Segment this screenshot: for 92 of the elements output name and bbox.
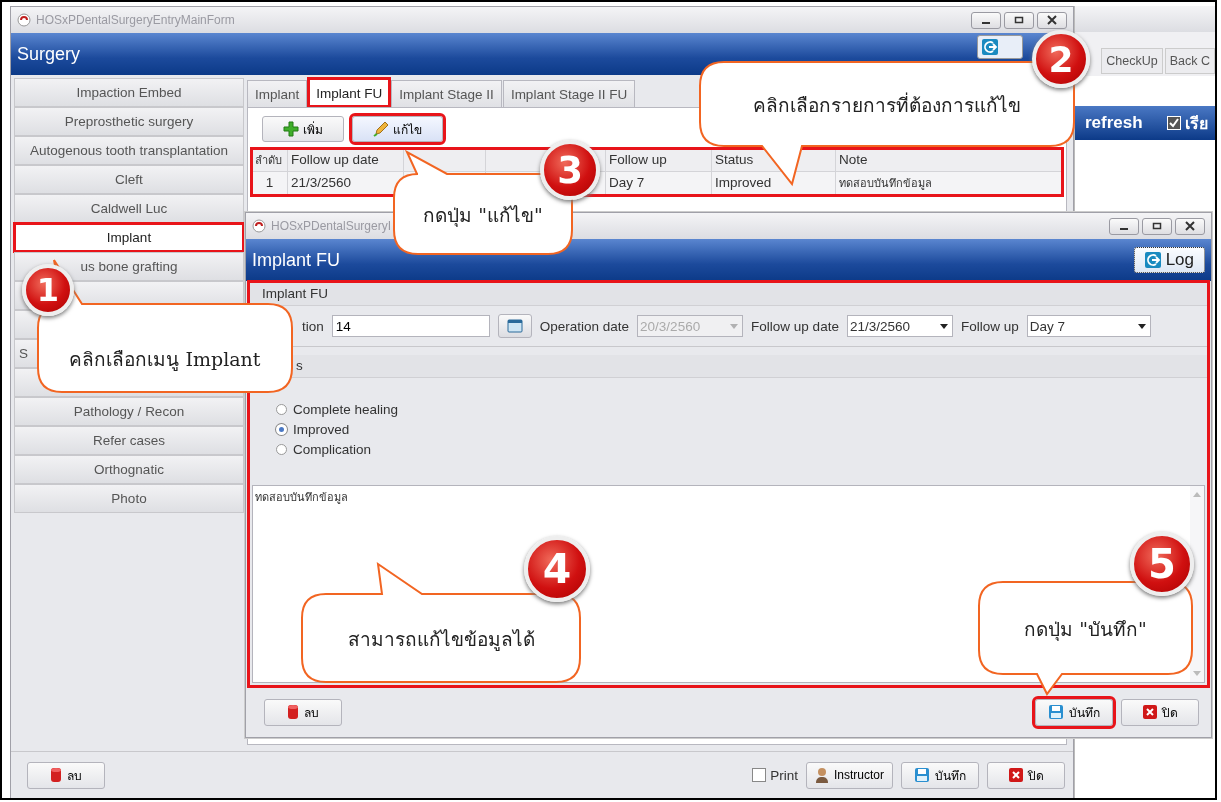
callout-text: กดปุ่ม "แก้ไข": [422, 203, 544, 229]
dropdown-caret-icon: [730, 323, 739, 329]
callout-text: กดปุ่ม "บันทึก": [1023, 617, 1148, 643]
sidebar-item[interactable]: Cleft: [14, 165, 244, 194]
app-icon: [17, 13, 31, 27]
save-button[interactable]: บันทึก: [1035, 698, 1113, 726]
scroll-up-icon: [1193, 492, 1201, 497]
instructor-button[interactable]: Instructor: [806, 761, 893, 789]
maximize-button[interactable]: [1142, 217, 1172, 235]
header-title: Implant FU: [252, 249, 342, 271]
radio-label: Complication: [293, 442, 372, 457]
calendar-button[interactable]: [497, 314, 532, 338]
checkmark-icon: [1168, 118, 1179, 128]
sidebar-item[interactable]: Impaction Embed: [14, 78, 244, 107]
maximize-icon: [1152, 221, 1162, 231]
window-title: HOSxPDentalSurgeryEntryMainForm: [36, 13, 236, 27]
table-cell: Day 7: [606, 172, 712, 195]
log-button[interactable]: Log: [1133, 247, 1205, 273]
text-field[interactable]: 14: [331, 315, 490, 337]
edit-button[interactable]: แก้ไข: [352, 116, 443, 142]
delete-button[interactable]: ลบ: [264, 698, 342, 726]
plus-icon: [283, 121, 299, 137]
field-label: Follow up: [960, 318, 1019, 334]
close-icon: [1185, 221, 1195, 231]
minimize-icon: [1120, 228, 1128, 230]
maximize-button[interactable]: [1004, 11, 1034, 29]
radio-label: Complete healing: [293, 402, 399, 417]
radio-button[interactable]: [276, 404, 287, 415]
field-label: Follow up date: [751, 318, 839, 334]
sidebar-item[interactable]: Preprosthetic surgery: [14, 107, 244, 136]
window-title: HOSxPDentalSurgeryI: [271, 219, 393, 233]
sidebar-item[interactable]: Refer cases: [14, 426, 244, 455]
sidebar-item[interactable]: Autogenous tooth transplantation: [14, 136, 244, 165]
maximize-icon: [1014, 15, 1024, 25]
tab[interactable]: Implant: [247, 80, 308, 107]
column-header[interactable]: Follow up: [606, 149, 712, 172]
minimize-button[interactable]: [971, 11, 1001, 29]
toolbar-label: refresh: [1085, 113, 1143, 133]
tab[interactable]: Back C: [1164, 48, 1215, 74]
checkbox-label: Print: [770, 767, 798, 783]
close-button[interactable]: ปิด: [987, 761, 1065, 789]
sidebar-item[interactable]: Implant: [14, 223, 244, 252]
callout-text: คลิกเลือกรายการที่ต้องการแก้ไข: [752, 91, 1022, 118]
exit-arrow-icon: [982, 39, 998, 55]
close-icon: [1008, 768, 1023, 782]
header-button[interactable]: [977, 35, 1023, 59]
sidebar-item[interactable]: Photo: [14, 484, 244, 513]
dropdown-field[interactable]: 21/3/2560: [846, 315, 953, 337]
minimize-icon: [982, 22, 990, 24]
app-icon: [252, 219, 266, 233]
field-label: Operation date: [539, 318, 630, 334]
tab[interactable]: Implant FU: [308, 78, 391, 107]
pencil-icon: [373, 121, 389, 137]
checkbox-label: เรีย: [1184, 113, 1208, 134]
close-button[interactable]: [1175, 217, 1205, 235]
column-header[interactable]: Note: [836, 149, 1062, 172]
tab[interactable]: Implant Stage II: [391, 80, 502, 107]
callout-text: คลิกเลือกเมนู Implant: [68, 347, 262, 373]
dropdown-caret-icon: [939, 323, 948, 329]
close-icon: [1047, 15, 1057, 25]
dropdown-field[interactable]: Day 7: [1026, 315, 1151, 337]
dropdown-caret-icon: [1137, 323, 1146, 329]
exit-arrow-icon: [1144, 252, 1161, 268]
add-button[interactable]: เพิ่ม: [262, 116, 344, 142]
callout-text: สามารถแก้ไขข้อมูลได้: [346, 627, 536, 653]
radio-label: Improved: [293, 422, 350, 437]
delete-button[interactable]: ลบ: [27, 761, 105, 789]
tab[interactable]: CheckUp: [1101, 48, 1163, 74]
tab[interactable]: Implant Stage II FU: [502, 80, 636, 107]
calendar-icon: [506, 319, 523, 333]
column-header[interactable]: Follow up date: [288, 149, 404, 172]
trash-icon: [287, 704, 299, 720]
close-icon: [1142, 705, 1157, 719]
sidebar-item[interactable]: Caldwell Luc: [14, 194, 244, 223]
person-icon: [815, 767, 829, 783]
checkbox[interactable]: [752, 768, 767, 782]
minimize-button[interactable]: [1109, 217, 1139, 235]
sidebar-item[interactable]: Pathology / Recon: [14, 397, 244, 426]
radio-button[interactable]: [276, 444, 287, 455]
group-title: Implant FU: [248, 283, 1209, 306]
field-label: tion: [302, 318, 324, 334]
save-button[interactable]: บันทึก: [901, 761, 979, 789]
table-cell: ทดสอบบันทึกข้อมูล: [836, 172, 1062, 195]
header-title: Surgery: [17, 43, 82, 65]
scroll-down-icon: [1193, 671, 1201, 676]
table-cell: 1: [252, 172, 288, 195]
close-button[interactable]: [1037, 11, 1067, 29]
sidebar-item[interactable]: Orthognatic: [14, 455, 244, 484]
note-text: ทดสอบบันทึกข้อมูล: [255, 491, 348, 503]
column-header[interactable]: ลำดับ: [252, 149, 288, 172]
close-button[interactable]: ปิด: [1121, 698, 1199, 726]
trash-icon: [50, 767, 62, 783]
